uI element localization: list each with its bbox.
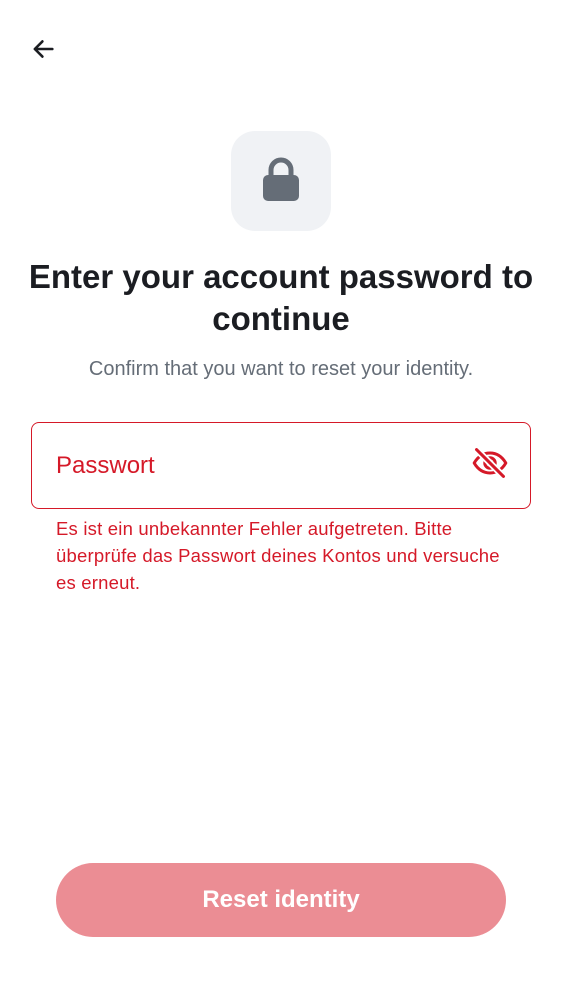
password-field[interactable] — [31, 422, 531, 509]
password-visibility-toggle[interactable] — [470, 446, 510, 486]
page-subtitle: Confirm that you want to reset your iden… — [88, 358, 474, 380]
arrow-left-icon — [29, 35, 57, 68]
lock-icon — [261, 155, 301, 208]
password-input[interactable] — [56, 451, 470, 480]
reset-identity-button[interactable]: Reset identity — [56, 863, 506, 937]
page-title: Enter your account password to continue — [28, 258, 534, 337]
back-button[interactable] — [22, 30, 64, 72]
eye-off-icon — [471, 444, 509, 487]
lock-icon-tile — [231, 131, 331, 231]
password-error-message: Es ist ein unbekannter Fehler aufgetrete… — [56, 518, 500, 593]
